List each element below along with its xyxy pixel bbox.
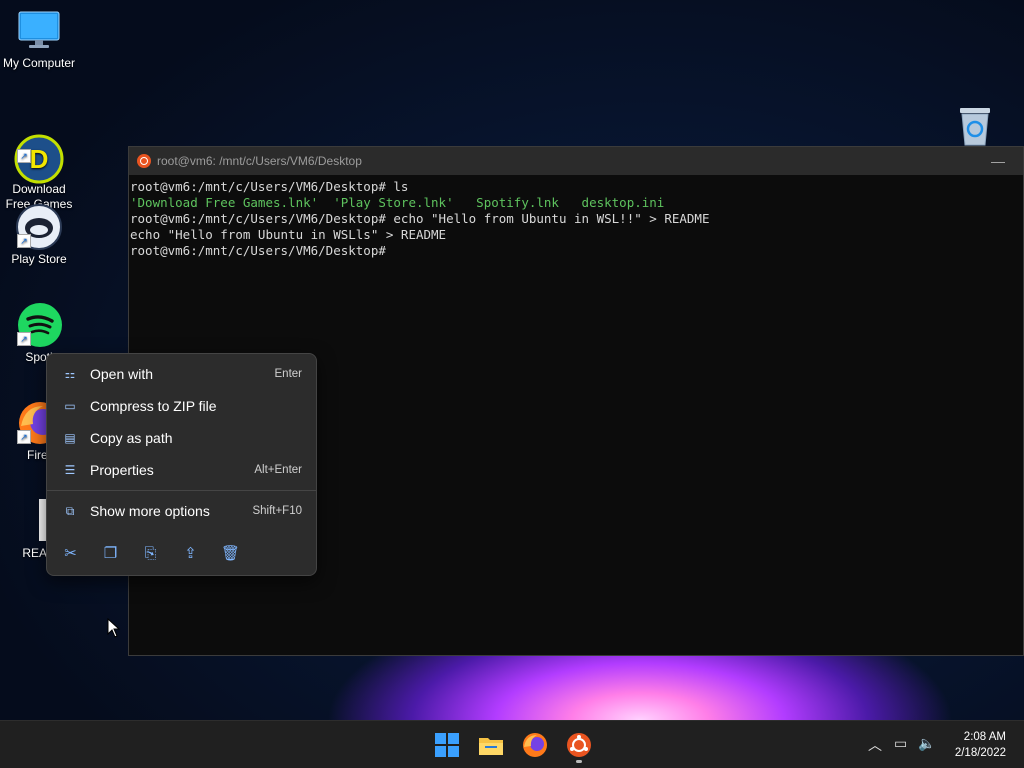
- menu-item-show-more-options[interactable]: ⧉ Show more options Shift+F10: [51, 496, 312, 526]
- desktop-icon-download-free-games[interactable]: D ↗ Download Free Games: [0, 104, 78, 212]
- menu-item-copy-as-path[interactable]: ▤ Copy as path: [51, 423, 312, 453]
- download-games-icon: D ↗: [14, 119, 64, 184]
- system-clock[interactable]: 2:08 AM 2/18/2022: [955, 729, 1006, 761]
- terminal-line: root@vm6:/mnt/c/Users/VM6/Desktop# ls: [130, 179, 409, 194]
- menu-item-label: Copy as path: [90, 430, 173, 446]
- minimize-button[interactable]: —: [991, 153, 1005, 169]
- network-icon[interactable]: ▭: [894, 735, 907, 752]
- ubuntu-icon: [137, 154, 151, 168]
- shortcut-arrow-icon: ↗: [17, 234, 31, 248]
- desktop-icon-my-computer[interactable]: My Computer: [0, 8, 78, 71]
- firefox-taskbar-icon[interactable]: [522, 732, 548, 758]
- menu-item-label: Compress to ZIP file: [90, 398, 217, 414]
- shortcut-arrow-icon: ↗: [17, 149, 31, 163]
- menu-item-properties[interactable]: ☰ Properties Alt+Enter: [51, 455, 312, 485]
- terminal-titlebar[interactable]: root@vm6: /mnt/c/Users/VM6/Desktop —: [129, 147, 1023, 175]
- terminal-prompt: root@vm6:/mnt/c/Users/VM6/Desktop#: [130, 243, 386, 258]
- terminal-line: root@vm6:/mnt/c/Users/VM6/Desktop# echo …: [130, 211, 710, 226]
- desktop-icon-play-store[interactable]: ↗ Play Store: [0, 204, 78, 267]
- volume-icon[interactable]: 🔈: [918, 735, 935, 752]
- active-app-indicator: [576, 760, 582, 763]
- spotify-icon: ↗: [17, 302, 62, 347]
- taskbar: ︿ ▭ 🔈 2:08 AM 2/18/2022: [0, 720, 1024, 768]
- desktop-icon-label: Play Store: [11, 252, 67, 266]
- properties-icon: ☰: [64, 463, 76, 477]
- shortcut-arrow-icon: ↗: [17, 430, 31, 444]
- terminal-line: echo "Hello from Ubuntu in WSLls" > READ…: [130, 227, 447, 242]
- menu-item-open-with[interactable]: ⚏ Open with Enter: [51, 359, 312, 389]
- mouse-pointer-icon: [107, 617, 121, 643]
- copy-path-icon: ▤: [64, 431, 76, 445]
- menu-item-label: Show more options: [90, 503, 210, 519]
- more-options-icon: ⧉: [65, 504, 75, 518]
- delete-icon[interactable]: 🗑: [219, 542, 242, 565]
- start-windows-icon[interactable]: [434, 732, 460, 758]
- monitor-icon: [17, 8, 61, 52]
- recycle-bin-icon[interactable]: [956, 106, 994, 146]
- ubuntu-taskbar-icon[interactable]: [566, 732, 592, 763]
- menu-separator: [47, 490, 316, 491]
- terminal-title: root@vm6: /mnt/c/Users/VM6/Desktop: [157, 154, 362, 168]
- open-with-icon: ⚏: [64, 367, 76, 381]
- context-menu: ⚏ Open with Enter ▭ Compress to ZIP file…: [46, 353, 317, 576]
- zip-folder-icon: ▭: [64, 399, 76, 413]
- clock-date: 2/18/2022: [954, 747, 1006, 759]
- cut-icon[interactable]: ✂: [59, 542, 82, 565]
- shortcut-arrow-icon: ↗: [17, 332, 31, 346]
- svg-text:D: D: [30, 144, 49, 174]
- copy-icon[interactable]: ❐: [99, 542, 122, 565]
- menu-item-shortcut: Alt+Enter: [254, 464, 302, 476]
- menu-item-label: Open with: [90, 366, 154, 382]
- menu-item-shortcut: Enter: [274, 368, 303, 380]
- terminal-line-ls-output: 'Download Free Games.lnk' 'Play Store.ln…: [130, 195, 665, 210]
- terminal-output[interactable]: root@vm6:/mnt/c/Users/VM6/Desktop# ls 'Do…: [129, 175, 1023, 259]
- rename-icon[interactable]: ⎘: [139, 542, 162, 565]
- desktop-icon-label: My Computer: [2, 56, 76, 70]
- clock-time: 2:08 AM: [963, 731, 1006, 743]
- play-store-icon: ↗: [16, 204, 62, 250]
- file-explorer-icon[interactable]: [478, 732, 504, 758]
- chevron-up-icon[interactable]: ︿: [868, 735, 882, 755]
- menu-item-shortcut: Shift+F10: [252, 505, 302, 517]
- menu-item-compress-zip[interactable]: ▭ Compress to ZIP file: [51, 391, 312, 421]
- desktop: My Computer D ↗ Download Free Games ↗ Pl…: [0, 0, 1024, 720]
- context-menu-quick-actions: ✂ ❐ ⎘ ⇪ 🗑: [59, 542, 242, 565]
- share-icon[interactable]: ⇪: [179, 542, 202, 565]
- menu-item-label: Properties: [90, 462, 154, 478]
